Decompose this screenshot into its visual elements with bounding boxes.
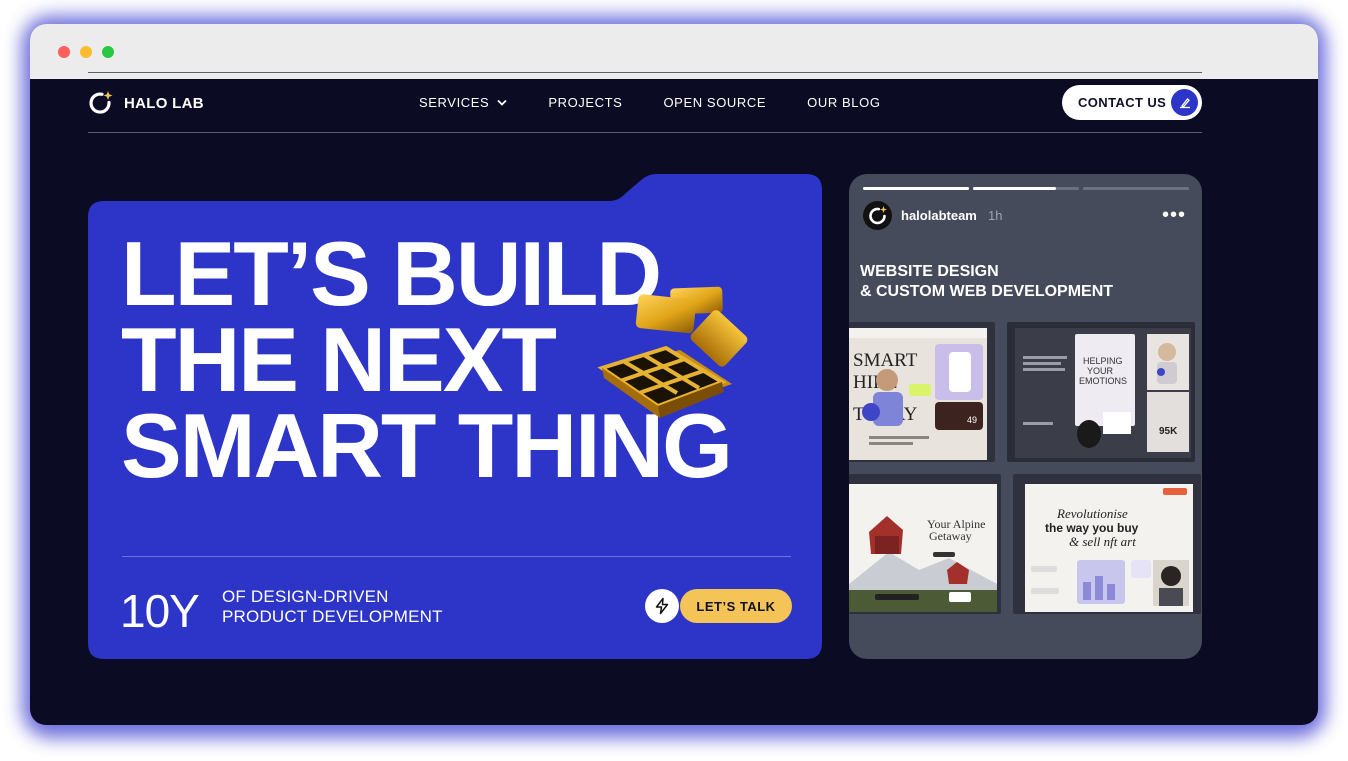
years-description-line-1: OF DESIGN-DRIVEN bbox=[222, 587, 389, 606]
lets-talk-button[interactable]: LET’S TALK bbox=[680, 589, 792, 623]
story-progress-fill-1 bbox=[863, 187, 969, 190]
story-progress-2 bbox=[973, 187, 1079, 190]
hero-divider bbox=[122, 556, 791, 557]
contact-us-label: CONTACT US bbox=[1078, 95, 1167, 110]
project-thumbnail-emotions[interactable]: HELPING YOUR EMOTIONS 95K bbox=[1007, 322, 1195, 462]
lightning-icon[interactable] bbox=[645, 589, 679, 623]
thumb-2-stat: 95K bbox=[1159, 426, 1178, 437]
brand-name: HALO LAB bbox=[124, 94, 204, 112]
thumb-2-text-2: YOUR bbox=[1087, 366, 1114, 376]
hero-card: LET’S BUILD THE NEXT SMART THING 10Y OF … bbox=[88, 174, 822, 659]
nav-item-open-source-label: OPEN SOURCE bbox=[663, 95, 767, 110]
logo-icon bbox=[88, 90, 114, 116]
thumb-4-text-1: Revolutionise bbox=[1056, 506, 1128, 521]
project-thumbnail-nft[interactable]: Revolutionise the way you buy & sell nft… bbox=[1013, 474, 1201, 614]
avatar[interactable] bbox=[863, 201, 892, 230]
years-stat: 10Y bbox=[120, 585, 200, 637]
story-title-line-1: WEBSITE DESIGN bbox=[860, 263, 999, 280]
browser-titlebar bbox=[30, 24, 1318, 79]
nav-item-blog[interactable]: OUR BLOG bbox=[807, 95, 880, 110]
nav-item-projects[interactable]: PROJECTS bbox=[548, 95, 622, 110]
logo-icon bbox=[869, 206, 887, 225]
thumb-3-text-2: Getaway bbox=[929, 529, 972, 543]
maximize-window-button[interactable] bbox=[102, 46, 114, 58]
thumb-1-text-1: SMART bbox=[853, 350, 918, 371]
years-description: OF DESIGN-DRIVEN PRODUCT DEVELOPMENT bbox=[222, 587, 443, 627]
pen-icon bbox=[1171, 89, 1198, 116]
nav-item-blog-label: OUR BLOG bbox=[807, 95, 881, 110]
story-title: WEBSITE DESIGN & CUSTOM WEB DEVELOPMENT bbox=[860, 262, 1113, 302]
years-description-line-2: PRODUCT DEVELOPMENT bbox=[222, 607, 443, 626]
story-progress-fill-2 bbox=[973, 187, 1056, 190]
story-time: 1h bbox=[988, 208, 1003, 223]
project-thumbnail-alpine[interactable]: Your Alpine Getaway bbox=[849, 474, 1001, 614]
story-title-line-2: & CUSTOM WEB DEVELOPMENT bbox=[860, 283, 1114, 300]
minimize-window-button[interactable] bbox=[80, 46, 92, 58]
chevron-down-icon bbox=[497, 99, 507, 106]
thumb-2-text-1: HELPING bbox=[1083, 356, 1123, 366]
site-header: HALO LAB SERVICES PROJECTS OPEN SOURCE O… bbox=[88, 72, 1202, 133]
cube-illustration bbox=[597, 286, 748, 418]
story-progress-3 bbox=[1083, 187, 1189, 190]
thumb-4-text-3: & sell nft art bbox=[1069, 534, 1136, 549]
contact-us-button[interactable]: CONTACT US bbox=[1062, 85, 1202, 120]
close-window-button[interactable] bbox=[58, 46, 70, 58]
brand-logo[interactable]: HALO LAB bbox=[88, 90, 204, 116]
nav-item-open-source[interactable]: OPEN SOURCE bbox=[663, 95, 766, 110]
project-thumbnail-smart-hire[interactable]: SMART HIRE TODAY 49 bbox=[849, 322, 995, 462]
thumb-1-price: 49 bbox=[967, 415, 977, 425]
main-menu: SERVICES PROJECTS OPEN SOURCE OUR BLOG bbox=[419, 95, 881, 110]
story-username[interactable]: halolabteam bbox=[901, 208, 977, 223]
instagram-story-panel: halolabteam 1h ••• WEBSITE DESIGN & CUST… bbox=[849, 174, 1202, 659]
thumb-2-text-3: EMOTIONS bbox=[1079, 376, 1127, 386]
thumb-4-text-2: the way you buy bbox=[1045, 521, 1139, 535]
nav-item-services-label: SERVICES bbox=[419, 95, 490, 110]
nav-item-services[interactable]: SERVICES bbox=[419, 95, 507, 110]
nav-item-projects-label: PROJECTS bbox=[548, 95, 623, 110]
more-icon[interactable]: ••• bbox=[1162, 204, 1186, 227]
story-progress-1 bbox=[863, 187, 969, 190]
